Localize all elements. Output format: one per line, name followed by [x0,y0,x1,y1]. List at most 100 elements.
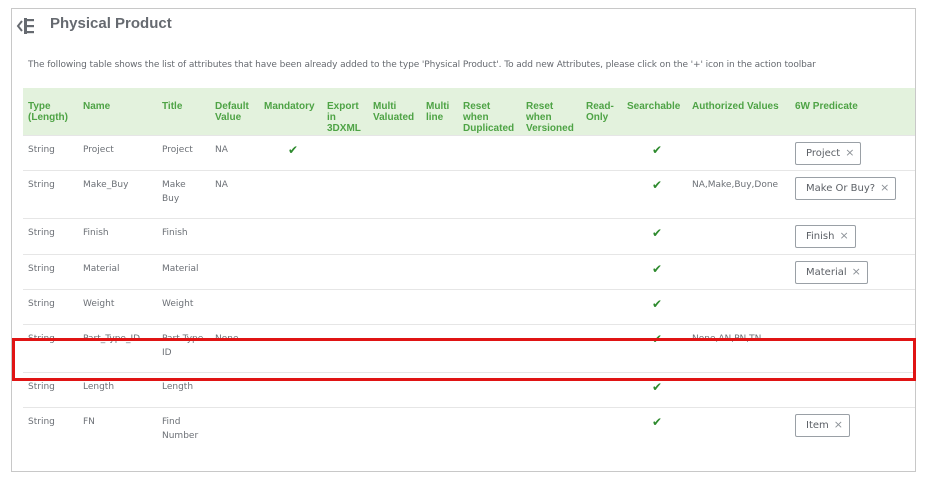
cell-reset-versioned [521,253,581,289]
column-header-reset-versioned[interactable]: Reset when Versioned [521,88,581,135]
check-icon: ✔ [651,177,663,192]
column-header-searchable[interactable]: Searchable [622,88,687,135]
column-header-text: line [426,112,444,123]
cell-multi-line [421,169,458,218]
cell-reset-duplicated [458,169,521,218]
cell-type: String [23,253,78,289]
cell-reset-duplicated [458,288,521,324]
cell-authorized-values [687,253,790,289]
column-header-text: Searchable [627,101,681,112]
cell-searchable: ✔ [622,217,687,254]
column-header-default-value[interactable]: Default Value [210,88,259,135]
cell-predicate-6w [790,323,915,372]
cell-text: Material [83,263,120,274]
cell-mandatory [259,169,322,218]
cell-read-only [581,288,622,324]
cell-reset-versioned [521,169,581,218]
column-header-text: Valuated [373,112,415,123]
predicate-tag[interactable]: Finish × [795,224,856,248]
cell-type: String [23,217,78,254]
cell-text: None [215,333,239,344]
table-row[interactable]: String Length Length ✔ [23,371,915,407]
predicate-tag[interactable]: Item × [795,413,850,437]
cell-reset-duplicated [458,406,521,454]
cell-authorized-values [687,288,790,324]
remove-tag-icon[interactable]: × [839,229,848,242]
column-header-text: Default [215,101,249,112]
cell-mandatory [259,217,322,254]
cell-searchable: ✔ [622,371,687,407]
column-header-predicate-6w[interactable]: 6W Predicate [790,88,915,135]
cell-title: Finish [157,217,210,254]
cell-mandatory [259,371,322,407]
cell-reset-duplicated [458,371,521,407]
cell-export-3dxml [322,134,368,170]
column-header-text: Multi [426,101,450,112]
predicate-tag[interactable]: Make Or Buy? × [795,176,897,200]
cell-authorized-values: NA,Make,Buy,Done [687,169,790,218]
table-row[interactable]: String Material Material ✔ Material × [23,253,915,289]
cell-mandatory [259,406,322,454]
remove-tag-icon[interactable]: × [852,265,861,278]
column-header-type[interactable]: Type (Length) [23,88,78,135]
cell-default-value [210,288,259,324]
remove-tag-icon[interactable]: × [834,418,843,431]
column-header-authorized-values[interactable]: Authorized Values [687,88,790,135]
predicate-tag-label: Project [806,147,841,159]
cell-multi-line [421,134,458,170]
check-icon: ✔ [287,142,299,157]
cell-default-value: NA [210,169,259,218]
column-header-export-3dxml[interactable]: Export in 3DXML [322,88,368,135]
column-header-text: Duplicated [463,123,515,134]
table-row[interactable]: String Project Project NA ✔ ✔ Project × [23,134,915,170]
cell-predicate-6w: Material × [790,253,915,289]
cell-type: String [23,323,78,372]
column-header-text: (Length) [28,112,68,123]
cell-mandatory [259,288,322,324]
cell-default-value [210,406,259,454]
table-header-row: Type (Length) Name Title Default Value Mandato… [23,88,915,135]
column-header-multi-line[interactable]: Multi line [421,88,458,135]
cell-default-value: None [210,323,259,372]
column-header-text: Authorized Values [692,101,779,112]
cell-multi-line [421,217,458,254]
cell-reset-versioned [521,323,581,372]
cell-authorized-values: None,AN,PN,TN [687,323,790,372]
cell-type: String [23,169,78,218]
cell-reset-duplicated [458,323,521,372]
column-header-text: when [463,112,489,123]
check-icon: ✔ [651,414,663,429]
column-header-mandatory[interactable]: Mandatory [259,88,322,135]
column-header-reset-duplicated[interactable]: Reset when Duplicated [458,88,521,135]
remove-tag-icon[interactable]: × [845,146,854,159]
table-row[interactable]: String Part_Type_ID Part Type ID None ✔ None,… [23,323,915,372]
predicate-tag[interactable]: Material × [795,260,868,284]
cell-name: Length [78,371,157,407]
cell-mandatory [259,253,322,289]
column-header-title[interactable]: Title [157,88,210,135]
collapse-left-icon[interactable] [16,17,36,35]
remove-tag-icon[interactable]: × [880,181,889,194]
predicate-tag[interactable]: Project × [795,141,862,165]
table-row[interactable]: String Finish Finish ✔ Finish × [23,217,915,254]
cell-text: String [28,263,55,274]
cell-reset-versioned [521,406,581,454]
attributes-panel: Physical Product The following table sho… [11,8,916,472]
table-row[interactable]: String FN Find Number ✔ Item × [23,406,915,454]
column-header-multi-valued[interactable]: Multi Valuated [368,88,421,135]
table-row[interactable]: String Weight Weight ✔ [23,288,915,324]
cell-title: Find Number [157,406,210,454]
column-header-name[interactable]: Name [78,88,157,135]
cell-text: Make Buy [162,179,186,204]
cell-type: String [23,288,78,324]
column-header-read-only[interactable]: Read- Only [581,88,622,135]
cell-text: Part_Type_ID [83,333,141,344]
cell-text: FN [83,416,95,427]
column-header-text: in [327,112,336,123]
cell-title: Project [157,134,210,170]
cell-reset-duplicated [458,253,521,289]
page-title: Physical Product [50,15,172,32]
table-row[interactable]: String Make_Buy Make Buy NA ✔ NA,Make,Buy,Don… [23,169,915,218]
column-header-text: Only [586,112,609,123]
cell-text: Material [162,263,199,274]
